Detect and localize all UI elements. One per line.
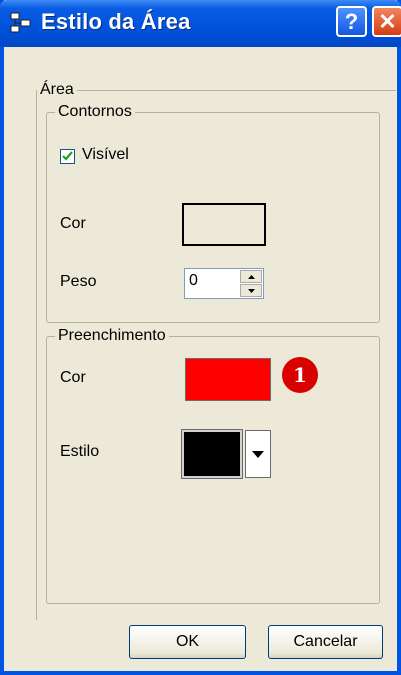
fill-style-swatch[interactable]	[181, 429, 243, 479]
dialog-window: Estilo da Área ? ✕ Área Contornos Visíve…	[0, 0, 401, 675]
window-title: Estilo da Área	[41, 9, 191, 34]
spin-down-button[interactable]	[240, 284, 262, 297]
cancel-button[interactable]: Cancelar	[268, 625, 383, 659]
help-icon: ?	[344, 8, 359, 34]
dropdown-arrow-button[interactable]	[245, 430, 271, 478]
dropdown-arrow-icon	[252, 450, 264, 458]
visible-checkbox[interactable]	[60, 149, 75, 164]
app-icon	[10, 12, 32, 34]
visible-label[interactable]: Visível	[82, 146, 129, 164]
title-bar[interactable]: Estilo da Área ? ✕	[0, 0, 401, 47]
weight-spinner[interactable]: 0	[184, 268, 264, 299]
spin-up-button[interactable]	[240, 270, 262, 283]
contour-color-button[interactable]	[182, 203, 266, 246]
weight-label: Peso	[60, 273, 97, 290]
area-group-label: Área	[37, 80, 77, 100]
contornos-group-label: Contornos	[55, 102, 135, 122]
preenchimento-group-label: Preenchimento	[55, 326, 169, 346]
fill-color-label: Cor	[60, 369, 86, 386]
close-button[interactable]: ✕	[372, 6, 401, 37]
fill-style-label: Estilo	[60, 443, 100, 460]
spin-down-icon	[247, 288, 255, 293]
contour-color-label: Cor	[60, 215, 86, 232]
checkmark-icon	[62, 151, 73, 161]
fill-color-button[interactable]	[185, 358, 271, 401]
spin-up-icon	[247, 274, 255, 279]
fill-style-dropdown[interactable]	[181, 429, 274, 479]
close-icon: ✕	[378, 8, 397, 34]
weight-input[interactable]: 0	[189, 272, 198, 290]
annotation-badge: 1	[282, 357, 318, 393]
ok-button[interactable]: OK	[129, 625, 246, 659]
help-button[interactable]: ?	[336, 6, 367, 37]
